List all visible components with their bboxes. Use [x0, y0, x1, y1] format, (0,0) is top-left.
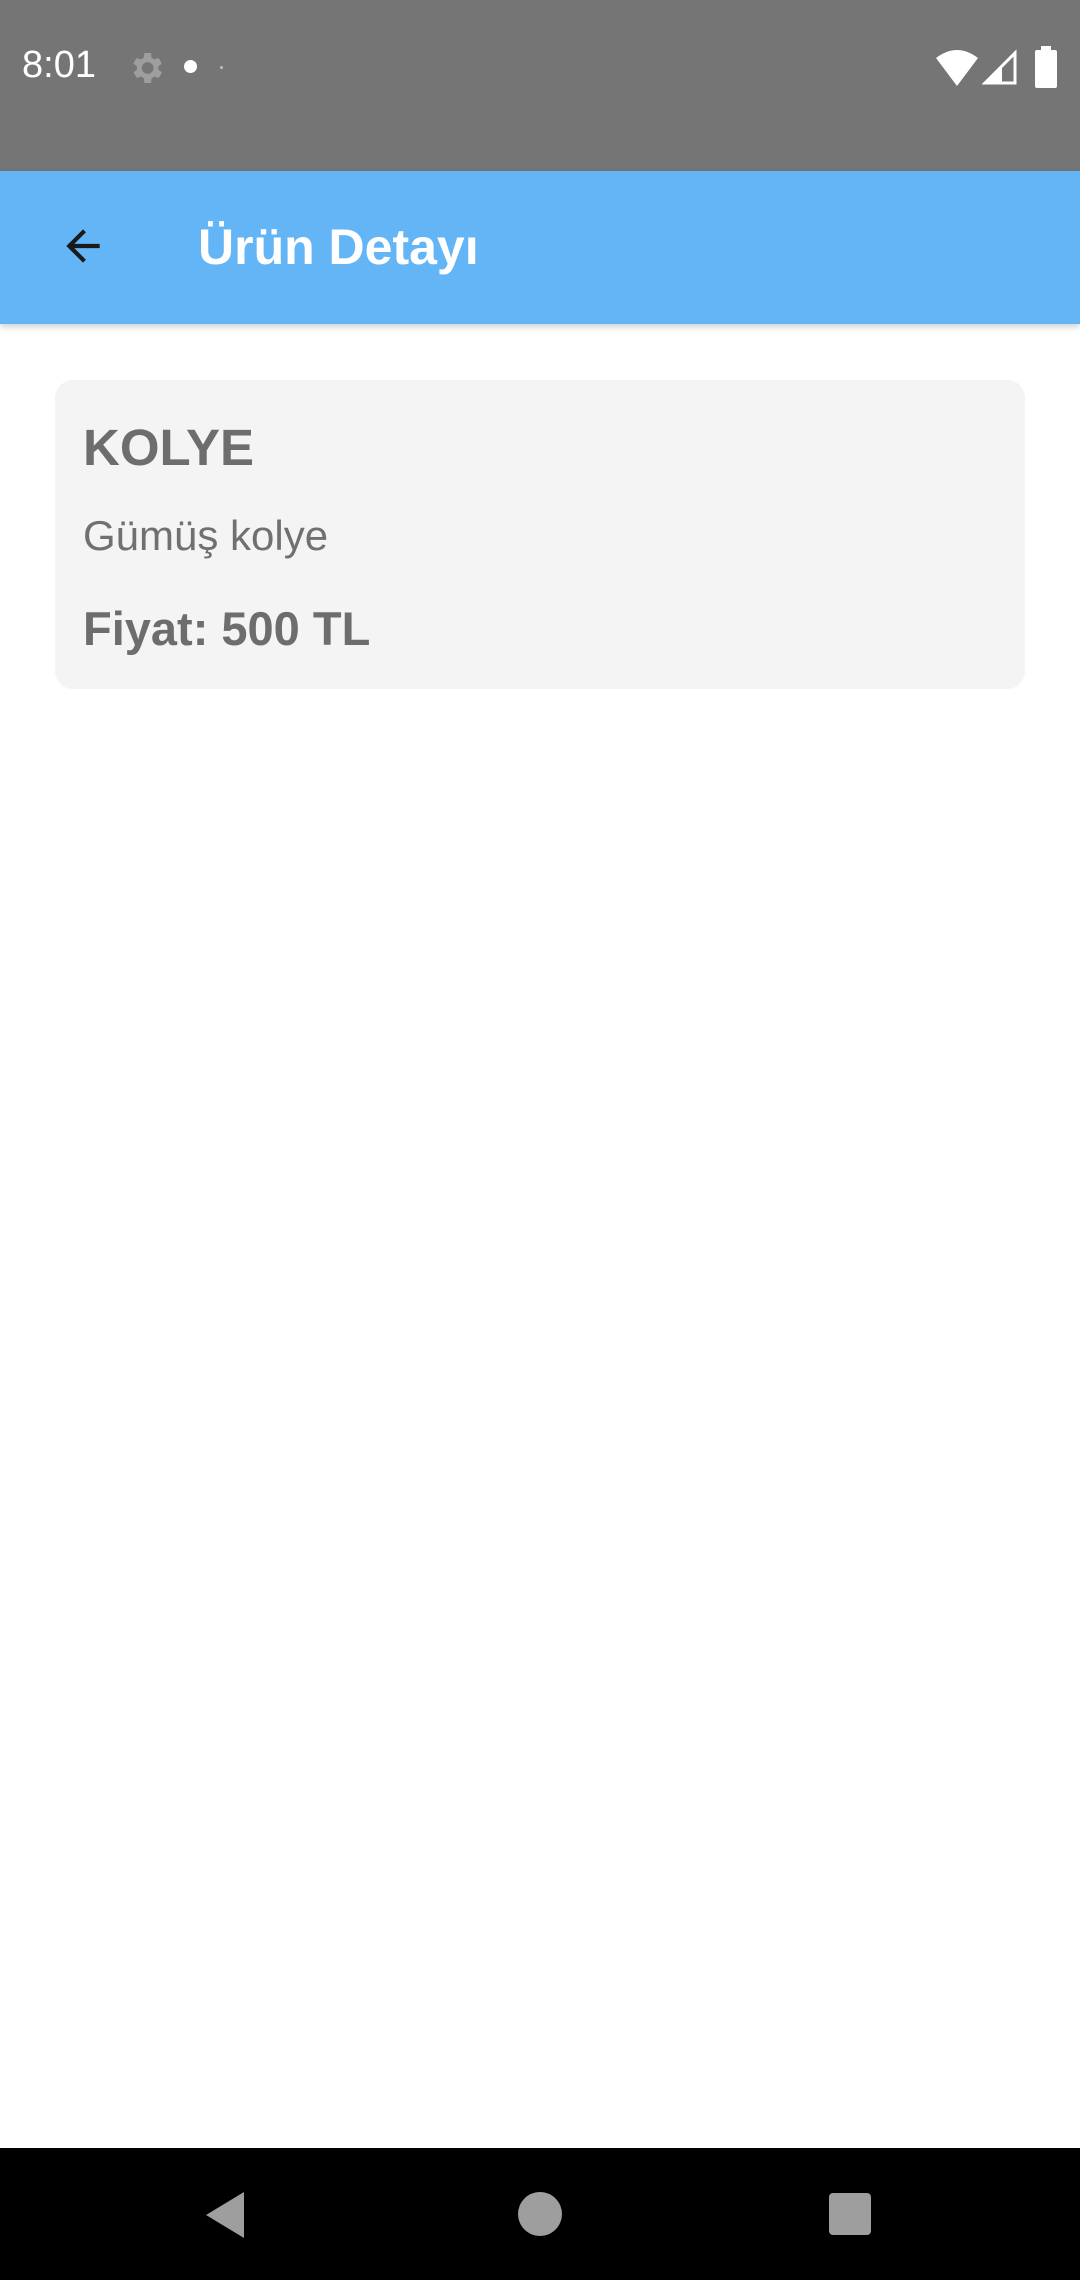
screen: 8:01 Ürün Detayı KOLYE Gümüş kolye Fiyat… [0, 0, 1080, 2280]
home-circle-icon[interactable] [518, 2192, 562, 2236]
notification-dot-small-icon [220, 66, 223, 69]
back-triangle-icon[interactable] [200, 2190, 250, 2240]
product-price: Fiyat: 500 TL [83, 602, 371, 655]
product-name: KOLYE [83, 419, 255, 476]
gear-icon [126, 48, 166, 88]
app-bar: Ürün Detayı [0, 171, 1080, 324]
signal-icon [981, 48, 1018, 86]
arrow-left-icon [58, 221, 108, 276]
status-bar: 8:01 [0, 0, 1080, 171]
status-time: 8:01 [22, 44, 96, 86]
back-button[interactable] [36, 201, 130, 295]
navigation-bar [0, 2148, 1080, 2280]
recents-square-icon[interactable] [829, 2193, 871, 2235]
battery-icon [1034, 46, 1058, 88]
wifi-icon [935, 48, 979, 88]
product-description: Gümüş kolye [83, 512, 329, 559]
notification-dot-icon [184, 60, 197, 73]
page-title: Ürün Detayı [198, 219, 479, 275]
product-card: KOLYE Gümüş kolye Fiyat: 500 TL [55, 380, 1025, 689]
